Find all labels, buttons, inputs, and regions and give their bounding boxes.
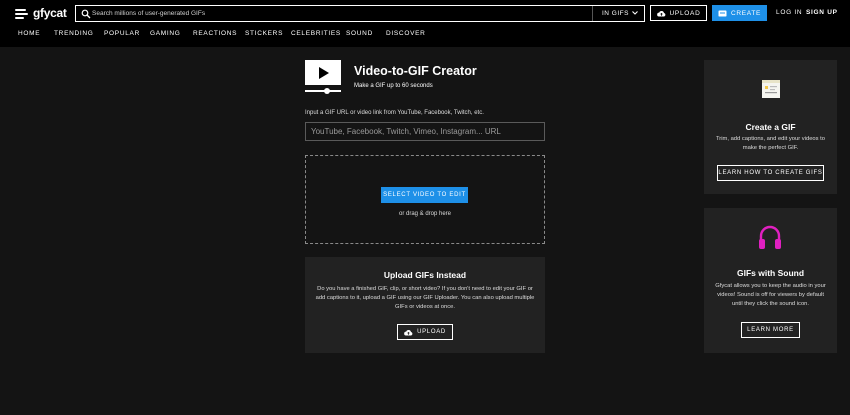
upload-gifs-label: UPLOAD	[417, 329, 446, 335]
select-video-button[interactable]: SELECT VIDEO TO EDIT	[381, 187, 468, 203]
upload-gifs-button[interactable]: UPLOAD	[397, 324, 453, 340]
nav-item-gaming[interactable]: GAMING	[150, 30, 193, 37]
nav-item-celebrities[interactable]: CELEBRITIES	[291, 30, 346, 37]
search-bar: IN GIFS	[75, 5, 645, 22]
upload-card-description: Do you have a finished GIF, clip, or sho…	[315, 286, 535, 310]
gfycat-logo[interactable]: gfycat	[33, 6, 67, 20]
url-input-label: Input a GIF URL or video link from YouTu…	[305, 110, 484, 116]
create-icon	[718, 10, 727, 16]
cloud-upload-icon	[656, 10, 665, 16]
upload-card-title: Upload GIFs Instead	[383, 270, 467, 280]
create-card-description: Trim, add captions, and edit your videos…	[715, 136, 826, 151]
create-card-title: Create a GIF	[745, 122, 796, 132]
learn-more-button[interactable]: LEARN MORE	[741, 322, 800, 338]
drag-drop-text: or drag & drop here	[398, 211, 452, 217]
search-scope-dropdown[interactable]: IN GIFS	[592, 6, 644, 21]
nav-item-reactions[interactable]: REACTIONS	[193, 30, 245, 37]
create-label: CREATE	[730, 9, 762, 17]
create-button[interactable]: CREATE	[712, 5, 767, 21]
gif-editor-icon	[762, 80, 780, 98]
video-url-input[interactable]	[305, 122, 545, 141]
upload-label: UPLOAD	[669, 9, 701, 17]
gifs-with-sound-card: GIFs with Sound Gfycat allows you to kee…	[704, 208, 837, 353]
video-scrubber-icon	[305, 90, 341, 92]
chevron-down-icon	[632, 11, 638, 15]
search-input[interactable]	[92, 6, 592, 21]
top-bar: gfycat IN GIFS UPLOAD CREATE LOG IN SIGN…	[0, 0, 850, 47]
signup-link[interactable]: SIGN UP	[806, 9, 838, 16]
page-subtitle: Make a GIF up to 60 seconds	[354, 83, 433, 89]
cloud-upload-icon	[404, 329, 413, 335]
nav-item-sound[interactable]: SOUND	[346, 30, 386, 37]
search-scope-label: IN GIFS	[602, 10, 629, 17]
nav-item-discover[interactable]: DISCOVER	[386, 30, 426, 37]
sound-card-description: Gfycat allows you to keep the audio in y…	[715, 283, 826, 307]
main-nav: HOME TRENDING POPULAR GAMING REACTIONS S…	[18, 30, 426, 37]
headphones-icon	[759, 225, 781, 249]
video-play-icon	[305, 60, 341, 85]
upload-button[interactable]: UPLOAD	[650, 5, 707, 21]
nav-item-popular[interactable]: POPULAR	[104, 30, 150, 37]
nav-item-stickers[interactable]: STICKERS	[245, 30, 291, 37]
page-title: Video-to-GIF Creator	[354, 64, 477, 78]
search-icon[interactable]	[81, 9, 91, 19]
menu-icon[interactable]	[15, 9, 28, 19]
learn-create-gifs-button[interactable]: LEARN HOW TO CREATE GIFS	[717, 165, 824, 181]
sound-card-title: GIFs with Sound	[736, 268, 805, 278]
nav-item-trending[interactable]: TRENDING	[54, 30, 104, 37]
create-gif-card: Create a GIF Trim, add captions, and edi…	[704, 60, 837, 194]
scrubber-knob-icon	[324, 88, 330, 94]
login-link[interactable]: LOG IN	[776, 9, 802, 16]
nav-item-home[interactable]: HOME	[18, 30, 54, 37]
